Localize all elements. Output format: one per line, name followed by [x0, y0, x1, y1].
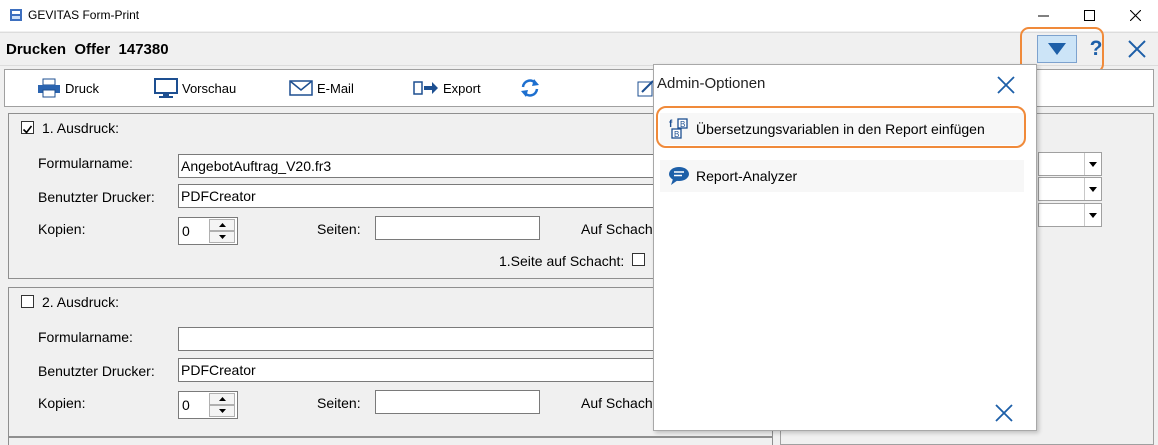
spin-up-icon[interactable]	[209, 219, 235, 231]
form-name-field-2[interactable]	[178, 327, 654, 351]
printer-label: Benutzter Drucker:	[38, 189, 155, 205]
envelope-icon	[289, 80, 313, 96]
email-label: E-Mail	[317, 80, 354, 96]
pages-field-1[interactable]	[375, 216, 540, 240]
form-name-label: Formularname:	[38, 155, 133, 171]
tray-label: Auf Schach	[581, 221, 653, 237]
admin-options-title: Admin-Optionen	[657, 75, 766, 92]
pages-label: Seiten:	[317, 221, 361, 237]
refresh-button[interactable]	[519, 70, 541, 106]
close-icon	[997, 76, 1015, 94]
preview-button[interactable]: Vorschau	[154, 70, 236, 106]
first-page-tray-label: 1.Seite auf Schacht:	[499, 253, 625, 269]
tray-combo-2[interactable]	[1038, 177, 1102, 201]
copies-value: 0	[182, 223, 190, 239]
copies-value: 0	[182, 397, 190, 413]
maximize-icon	[1083, 10, 1095, 21]
first-page-tray-checkbox[interactable]	[632, 253, 645, 266]
printer-icon	[38, 78, 60, 98]
print-2-checkbox[interactable]	[21, 295, 34, 308]
checkmark-icon	[22, 125, 33, 134]
copies-stepper-2[interactable]: 0	[178, 391, 238, 419]
close-icon	[1128, 40, 1146, 58]
export-label: Export	[443, 80, 481, 96]
print-label: Druck	[65, 80, 99, 96]
spin-down-icon[interactable]	[209, 405, 235, 417]
speech-bubble-icon	[669, 167, 689, 185]
print-button[interactable]: Druck	[37, 70, 99, 106]
printer-field-2[interactable]: PDFCreator	[178, 358, 654, 382]
print-1-label: 1. Ausdruck:	[42, 120, 120, 136]
report-analyzer-label: Report-Analyzer	[696, 168, 798, 184]
admin-options-close-button[interactable]	[994, 73, 1018, 97]
close-icon	[995, 404, 1013, 422]
copies-label: Kopien:	[38, 221, 86, 237]
minimize-icon	[1037, 15, 1049, 17]
close-window-button[interactable]	[1112, 0, 1158, 31]
export-icon	[413, 81, 438, 95]
copies-stepper-1[interactable]: 0	[178, 217, 238, 245]
form-name-label: Formularname:	[38, 329, 133, 345]
print-1-checkbox[interactable]	[21, 121, 34, 134]
pages-label: Seiten:	[317, 395, 361, 411]
tray-combo-1[interactable]	[1038, 152, 1102, 176]
chevron-down-icon[interactable]	[1084, 178, 1101, 200]
app-icon	[10, 9, 22, 21]
print-3-group	[8, 437, 773, 445]
monitor-icon	[154, 78, 178, 98]
tray-label: Auf Schach	[581, 395, 653, 411]
page-title: Drucken Offer 147380	[6, 41, 169, 58]
export-button[interactable]: Export	[413, 70, 481, 106]
spin-up-icon[interactable]	[209, 393, 235, 405]
printer-label: Benutzter Drucker:	[38, 363, 155, 379]
printer-field-1[interactable]: PDFCreator	[178, 184, 654, 208]
spin-down-icon[interactable]	[209, 231, 235, 243]
form-name-field-1[interactable]: AngebotAuftrag_V20.fr3	[178, 154, 654, 178]
email-button[interactable]: E-Mail	[289, 70, 354, 106]
preview-label: Vorschau	[182, 80, 237, 96]
close-dialog-button[interactable]	[1122, 34, 1152, 64]
menu-item-highlight-outline	[656, 106, 1026, 148]
close-icon	[1129, 10, 1141, 21]
pages-field-2[interactable]	[375, 390, 540, 414]
chevron-down-icon[interactable]	[1084, 153, 1101, 175]
chevron-down-icon[interactable]	[1084, 204, 1101, 226]
copies-label: Kopien:	[38, 395, 86, 411]
print-2-label: 2. Ausdruck:	[42, 294, 120, 310]
admin-options-bottom-close-button[interactable]	[992, 401, 1016, 425]
title-bar: GEVITAS Form-Print	[0, 0, 1158, 31]
window-title: GEVITAS Form-Print	[28, 8, 140, 22]
document-header: Drucken Offer 147380	[0, 32, 1158, 66]
report-analyzer-item[interactable]: Report-Analyzer	[660, 160, 1024, 192]
tray-combo-3[interactable]	[1038, 203, 1102, 227]
refresh-icon	[521, 79, 539, 97]
